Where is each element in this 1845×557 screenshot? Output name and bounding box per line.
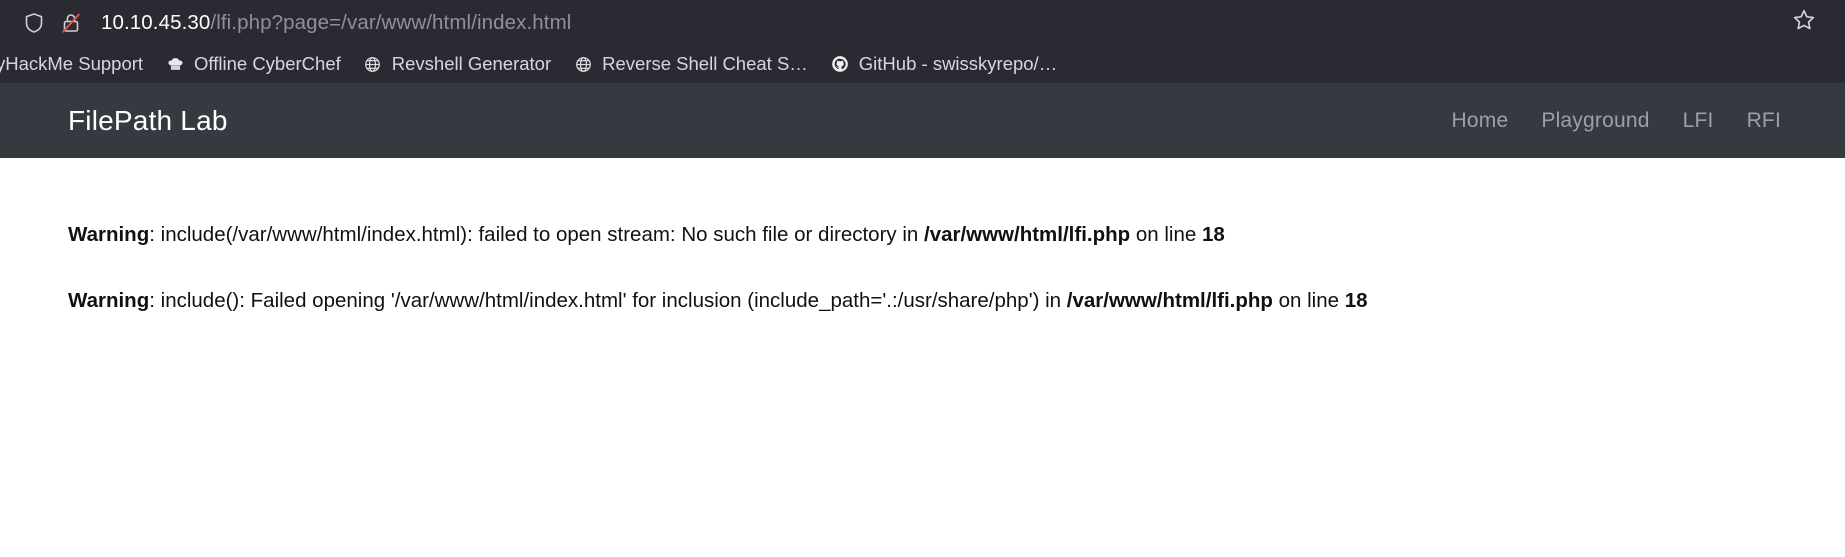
warning-online-text: on line [1272,288,1345,312]
warning-line-number: 18 [1201,223,1225,246]
nav-link-lfi[interactable]: LFI [1683,109,1714,133]
url-host: 10.10.45.30 [101,10,211,34]
chef-hat-icon [165,54,185,74]
bookmark-item-github-swisskyrepo[interactable]: GitHub - swisskyrepo/… [819,50,1068,78]
nav-link-playground[interactable]: Playground [1541,109,1649,133]
lock-broken-icon[interactable] [59,11,83,35]
url-text[interactable]: 10.10.45.30/lfi.php?page=/var/www/html/i… [101,11,571,35]
bookmark-star-button[interactable] [1791,7,1823,38]
bookmark-item-revshell-generator[interactable]: Revshell Generator [352,50,562,78]
warning-text: include(/var/www/html/index.html): faile… [160,223,924,246]
bookmark-label: Offline CyberChef [194,52,341,74]
php-warning-message: Warning: include(): Failed opening '/var… [68,286,1845,316]
warning-file: /var/www/html/lfi.php [1066,288,1273,312]
star-icon[interactable] [1791,7,1817,33]
site-nav-links: Home Playground LFI RFI [1452,109,1781,133]
bookmark-label: GitHub - swisskyrepo/… [858,52,1058,74]
page-content: Warning: include(/var/www/html/index.htm… [0,158,1845,557]
php-warning-message: Warning: include(/var/www/html/index.htm… [68,220,1845,250]
globe-icon [363,54,383,74]
bookmark-label: yHackMe Support [0,52,144,74]
warning-label: Warning [68,223,150,246]
warning-separator: : [149,223,161,246]
address-bar[interactable]: 10.10.45.30/lfi.php?page=/var/www/html/i… [22,5,1791,41]
github-icon [830,54,850,74]
browser-chrome: 10.10.45.30/lfi.php?page=/var/www/html/i… [0,0,1845,83]
warning-line-number: 18 [1344,288,1368,312]
warning-text: include(): Failed opening '/var/www/html… [160,288,1067,312]
bookmark-label: Revshell Generator [391,52,552,74]
url-bar-row: 10.10.45.30/lfi.php?page=/var/www/html/i… [0,0,1845,45]
bookmark-item-tryhackme-support[interactable]: yHackMe Support [0,51,154,78]
bookmarks-bar: yHackMe Support Offline CyberChef Revshe… [0,45,1845,83]
warning-separator: : [149,288,161,312]
globe-icon [573,54,593,74]
site-brand[interactable]: FilePath Lab [68,105,228,137]
bookmark-item-reverse-shell-cheat-sheet[interactable]: Reverse Shell Cheat S… [562,50,819,78]
warning-online-text: on line [1130,223,1202,246]
bookmark-label: Reverse Shell Cheat S… [602,52,808,74]
shield-icon[interactable] [22,11,46,35]
nav-link-rfi[interactable]: RFI [1747,109,1781,133]
warning-file: /var/www/html/lfi.php [924,223,1131,246]
url-path: /lfi.php?page=/var/www/html/index.html [210,10,572,34]
bookmark-item-offline-cyberchef[interactable]: Offline CyberChef [154,50,352,78]
nav-link-home[interactable]: Home [1452,109,1509,133]
warning-label: Warning [68,288,150,312]
site-navbar: FilePath Lab Home Playground LFI RFI [0,83,1845,158]
